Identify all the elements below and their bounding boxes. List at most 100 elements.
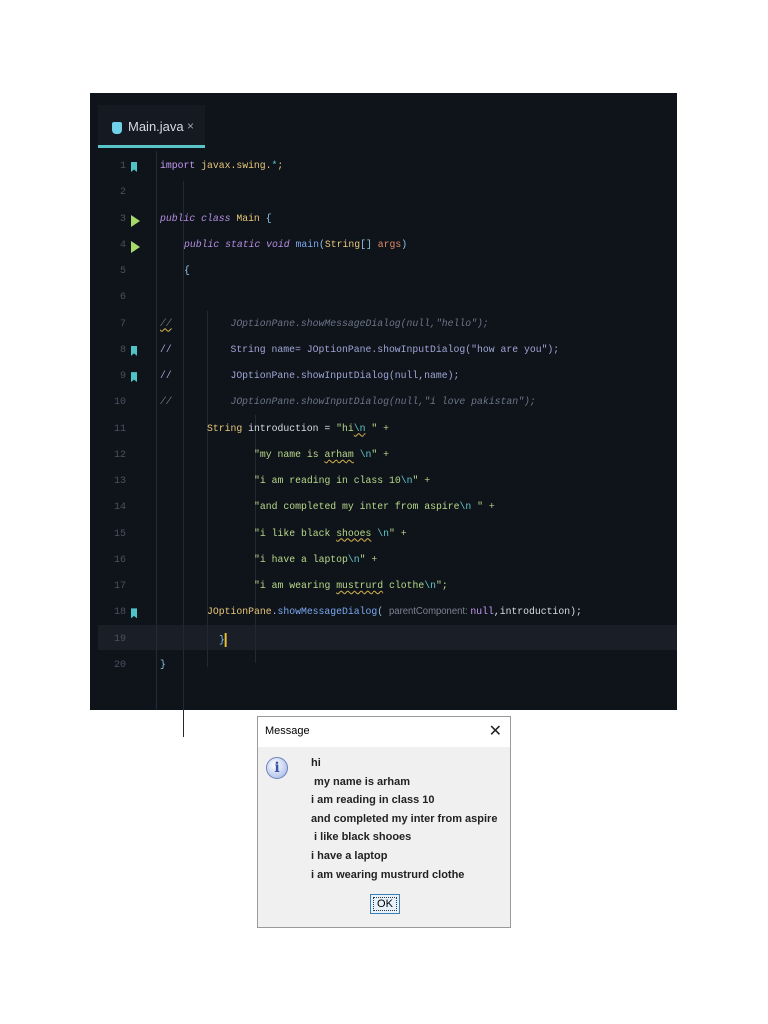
code-token: clothe — [383, 580, 425, 593]
code-token: null — [470, 606, 495, 619]
ok-button[interactable]: OK — [370, 894, 400, 914]
line-number: 15 — [113, 528, 126, 540]
code-line[interactable]: // String name= JOptionPane.showInputDia… — [160, 344, 559, 356]
code-token: introduction = — [248, 422, 337, 435]
code-token: " + — [412, 475, 431, 488]
code-token: "i like black — [254, 527, 337, 540]
code-token: ; — [277, 160, 284, 172]
code-line[interactable]: "my name is arham \n" + — [254, 449, 389, 461]
code-line[interactable]: String introduction = "hi\n " + — [207, 423, 389, 435]
line-number: 20 — [113, 659, 126, 671]
code-token: \n — [348, 553, 361, 566]
code-line[interactable]: public static void main(String[] args) — [184, 239, 407, 251]
code-editor: Main.java × 1 import javax.swing.*; 2 3 publ… — [90, 93, 677, 737]
code-token: public static void — [183, 238, 296, 251]
code-line[interactable]: // JOptionPane.showInputDialog(null,"i l… — [160, 396, 536, 408]
message-line: my name is arham — [311, 775, 411, 788]
code-line[interactable]: } — [219, 632, 227, 647]
code-token: Main — [236, 212, 266, 225]
code-token: JOptionPane.showInputDialog(null,name); — [171, 370, 460, 383]
code-token: ,introduction); — [494, 606, 583, 619]
code-token: String — [324, 238, 360, 251]
code-token: // — [160, 343, 172, 356]
code-line[interactable]: import javax.swing.*; — [160, 160, 283, 172]
code-line[interactable]: "i like black shooes \n" + — [254, 528, 407, 540]
line-number: 9 — [119, 371, 126, 383]
code-token: public class — [160, 212, 237, 225]
message-line: hi — [311, 757, 321, 769]
code-token: showMessageDialog — [277, 606, 378, 619]
line-number: 12 — [113, 449, 126, 461]
code-line[interactable]: // JOptionPane.showInputDialog(null,name… — [160, 370, 459, 382]
code-token: String name= JOptionPane.showInputDialog… — [171, 343, 560, 356]
line-number: 18 — [113, 607, 126, 619]
code-token: } — [160, 658, 166, 671]
message-line: i have a laptop — [311, 849, 388, 862]
code-token: ( — [318, 238, 325, 251]
code-line[interactable]: public class Main { — [160, 213, 272, 225]
code-token: "i am wearing — [254, 580, 337, 593]
bookmark-icon[interactable] — [131, 162, 137, 172]
line-number: 5 — [119, 266, 126, 278]
code-line[interactable]: } — [160, 659, 166, 671]
code-token: // — [160, 396, 172, 409]
code-line[interactable]: JOptionPane.showMessageDialog( parentCom… — [207, 606, 582, 618]
code-token: mustrurd — [336, 580, 384, 593]
code-token: args — [377, 238, 401, 251]
code-token: [] — [359, 238, 378, 251]
code-token: "my name is — [254, 448, 325, 461]
bookmark-icon[interactable] — [131, 372, 137, 383]
code-token: " + — [371, 448, 390, 461]
line-number: 3 — [119, 213, 126, 225]
code-token: { — [183, 265, 190, 278]
run-icon[interactable] — [131, 240, 140, 253]
code-line[interactable]: "and completed my inter from aspire\n " … — [254, 501, 495, 513]
current-line-highlight — [98, 625, 677, 650]
line-number: 2 — [119, 187, 126, 199]
line-number: 17 — [113, 581, 126, 593]
dialog-title-bar[interactable]: Message ✕ — [258, 717, 510, 747]
tab-close-icon[interactable]: × — [187, 119, 194, 133]
code-token: "; — [436, 580, 449, 593]
gutter-divider — [156, 151, 157, 710]
code-token: { — [265, 212, 272, 225]
dialog-message: hi my name is arham i am reading in clas… — [311, 757, 497, 887]
bookmark-icon[interactable] — [131, 345, 137, 356]
close-icon[interactable]: ✕ — [489, 721, 502, 741]
bookmark-icon[interactable] — [131, 608, 137, 619]
line-number: 7 — [119, 318, 126, 330]
code-token: arham — [324, 448, 355, 461]
code-token: ( — [377, 606, 390, 619]
code-line[interactable]: "i am reading in class 10\n" + — [254, 475, 430, 487]
tab-main-java[interactable]: Main.java × — [98, 105, 205, 148]
code-line[interactable]: "i am wearing mustrurd clothe\n"; — [254, 580, 448, 592]
code-token: \n — [377, 527, 390, 540]
code-token: String — [207, 422, 249, 435]
tab-label: Main.java — [128, 119, 184, 134]
code-token: " + — [365, 422, 390, 435]
line-number: 13 — [113, 476, 126, 488]
editor-tab-bar: Main.java × — [90, 93, 677, 151]
code-token: "and completed my inter from aspire — [254, 501, 460, 514]
code-token: shooes — [336, 527, 372, 540]
code-token: "i have a laptop — [254, 553, 349, 566]
line-number: 8 — [119, 344, 126, 356]
code-token: javax.swing. — [201, 160, 272, 172]
code-token: "i am reading in class 10 — [254, 475, 402, 488]
code-token: // — [160, 317, 172, 330]
message-line: i am wearing mustrurd clothe — [311, 868, 465, 881]
code-token: " + — [360, 553, 378, 566]
line-number: 19 — [113, 633, 126, 645]
code-line[interactable]: { — [184, 265, 190, 277]
code-token: \n — [353, 422, 366, 435]
code-token: "hi — [336, 422, 354, 435]
java-file-icon — [112, 122, 122, 134]
line-number: 4 — [119, 239, 126, 251]
line-number: 11 — [113, 423, 126, 435]
code-line[interactable]: "i have a laptop\n" + — [254, 554, 377, 566]
code-line[interactable]: // JOptionPane.showMessageDialog(null,"h… — [160, 318, 489, 330]
code-token: JOptionPane.showInputDialog(null,"i love… — [171, 396, 536, 409]
code-token: import — [160, 160, 202, 172]
run-icon[interactable] — [131, 214, 140, 227]
line-number: 16 — [113, 554, 126, 566]
